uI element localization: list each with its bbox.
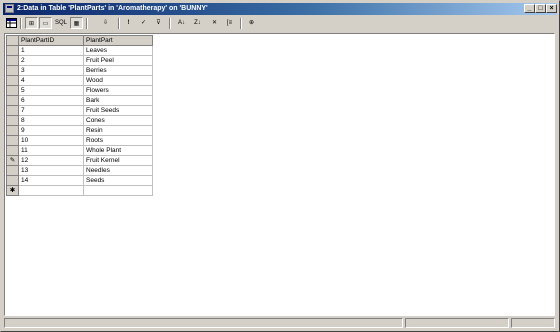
cell-plantpart[interactable]: Seeds	[83, 175, 153, 186]
grid-results-icon[interactable]	[5, 17, 18, 29]
row-selector-editing[interactable]: ✎	[6, 155, 19, 166]
cell-plantpartid[interactable]: 7	[18, 105, 84, 116]
row-selector[interactable]	[6, 65, 19, 76]
cell-plantpart[interactable]: Flowers	[83, 85, 153, 96]
table-row[interactable]: 6 Bark	[6, 95, 153, 106]
add-table-icon[interactable]: ⊕	[245, 17, 258, 29]
table-row[interactable]: ✎ 12 Fruit Kernel	[6, 155, 153, 166]
show-sql-icon[interactable]: SQL	[53, 17, 69, 29]
cell-plantpart[interactable]: Cones	[83, 115, 153, 126]
cell-plantpart[interactable]: Resin	[83, 125, 153, 136]
row-selector[interactable]	[6, 45, 19, 56]
cell-plantpart[interactable]: Whole Plant	[83, 145, 153, 156]
table-row[interactable]: 4 Wood	[6, 75, 153, 86]
cell-plantpart[interactable]: Fruit Seeds	[83, 105, 153, 116]
cell-plantpartid[interactable]: 11	[18, 145, 84, 156]
verify-sql-icon[interactable]: ✓	[137, 17, 150, 29]
show-grid-icon[interactable]: ▭	[39, 17, 52, 29]
cell-plantpartid[interactable]: 2	[18, 55, 84, 66]
run-icon[interactable]: !	[122, 17, 135, 29]
cell-plantpart[interactable]: Wood	[83, 75, 153, 86]
cell-plantpartid[interactable]: 8	[18, 115, 84, 126]
show-diagram-icon[interactable]: ⊞	[25, 17, 38, 29]
row-selector[interactable]	[6, 105, 19, 116]
change-type-icon[interactable]: ⇩	[99, 17, 112, 29]
status-panel-2	[405, 318, 509, 328]
cell-plantpart[interactable]: Bark	[83, 95, 153, 106]
table-row[interactable]: 3 Berries	[6, 65, 153, 76]
results-grid-pane[interactable]: PlantPartID PlantPart 1 Leaves 2 Fruit Pee…	[4, 33, 555, 316]
minimize-button[interactable]: _	[524, 4, 535, 13]
toolbar-separator	[118, 18, 120, 29]
cell-plantpartid[interactable]: 6	[18, 95, 84, 106]
row-selector[interactable]	[6, 75, 19, 86]
cell-plantpartid[interactable]: 14	[18, 175, 84, 186]
row-selector[interactable]	[6, 175, 19, 186]
status-bar	[3, 317, 557, 329]
new-row[interactable]: ✱	[6, 185, 153, 196]
column-header-plantpartid[interactable]: PlantPartID	[18, 35, 84, 46]
cell-plantpartid[interactable]: 13	[18, 165, 84, 176]
toolbar-separator	[86, 18, 88, 29]
window-title: 2:Data in Table 'PlantParts' in 'Aromath…	[17, 5, 208, 12]
results-grid: PlantPartID PlantPart 1 Leaves 2 Fruit Pee…	[6, 35, 153, 196]
cell-plantpart[interactable]: Roots	[83, 135, 153, 146]
row-selector[interactable]	[6, 135, 19, 146]
cell-plantpartid[interactable]: 12	[18, 155, 84, 166]
row-selector[interactable]	[6, 125, 19, 136]
row-selector[interactable]	[6, 55, 19, 66]
table-row[interactable]: 7 Fruit Seeds	[6, 105, 153, 116]
asterisk-icon: ✱	[9, 187, 16, 194]
maximize-button[interactable]: □	[535, 4, 546, 13]
table-row[interactable]: 11 Whole Plant	[6, 145, 153, 156]
row-selector[interactable]	[6, 85, 19, 96]
cell-plantpart[interactable]: Needles	[83, 165, 153, 176]
table-row[interactable]: 9 Resin	[6, 125, 153, 136]
sort-descending-icon[interactable]: Z↓	[191, 17, 204, 29]
cell-plantpartid[interactable]: 4	[18, 75, 84, 86]
title-bar[interactable]: 2:Data in Table 'PlantParts' in 'Aromath…	[3, 3, 557, 15]
cell-plantpartid[interactable]: 5	[18, 85, 84, 96]
cell-plantpart[interactable]: Fruit Peel	[83, 55, 153, 66]
toolbar-separator	[169, 18, 171, 29]
table-row[interactable]: 13 Needles	[6, 165, 153, 176]
pencil-icon: ✎	[9, 157, 16, 164]
table-row[interactable]: 8 Cones	[6, 115, 153, 126]
table-row[interactable]: 10 Roots	[6, 135, 153, 146]
close-button[interactable]: ×	[546, 4, 557, 13]
row-selector[interactable]	[6, 115, 19, 126]
query-window: 2:Data in Table 'PlantParts' in 'Aromath…	[0, 0, 560, 332]
new-row-selector[interactable]: ✱	[6, 185, 19, 196]
cell-plantpart[interactable]: Berries	[83, 65, 153, 76]
group-by-icon[interactable]: [≡	[223, 17, 236, 29]
sort-ascending-icon[interactable]: A↓	[175, 17, 188, 29]
table-row[interactable]: 14 Seeds	[6, 175, 153, 186]
show-results-icon[interactable]: ▦	[70, 17, 83, 29]
cell-plantpart[interactable]: Fruit Kernel	[83, 155, 153, 166]
remove-filter-x-icon[interactable]: ✕	[208, 17, 221, 29]
cell-plantpartid-new[interactable]	[18, 185, 84, 196]
table-row[interactable]: 2 Fruit Peel	[6, 55, 153, 66]
remove-filter-icon[interactable]: ⊽	[152, 17, 165, 29]
cell-plantpart-new[interactable]	[83, 185, 153, 196]
cell-plantpartid[interactable]: 1	[18, 45, 84, 56]
row-selector[interactable]	[6, 145, 19, 156]
cell-plantpartid[interactable]: 3	[18, 65, 84, 76]
table-row[interactable]: 1 Leaves	[6, 45, 153, 56]
toolbar: ⊞ ▭ SQL ▦ ⇩ ! ✓ ⊽ A↓ Z↓ ✕ [≡ ⊕	[3, 16, 557, 32]
corner-cell[interactable]	[6, 35, 19, 46]
column-header-plantpart[interactable]: PlantPart	[83, 35, 153, 46]
table-row[interactable]: 5 Flowers	[6, 85, 153, 96]
status-panel-main	[4, 318, 403, 328]
row-selector[interactable]	[6, 95, 19, 106]
header-row: PlantPartID PlantPart	[6, 35, 153, 46]
cell-plantpartid[interactable]: 9	[18, 125, 84, 136]
toolbar-separator	[20, 18, 22, 29]
cell-plantpartid[interactable]: 10	[18, 135, 84, 146]
toolbar-separator	[240, 18, 242, 29]
row-selector[interactable]	[6, 165, 19, 176]
app-icon[interactable]	[5, 4, 14, 13]
cell-plantpart[interactable]: Leaves	[83, 45, 153, 56]
status-panel-3	[511, 318, 555, 328]
